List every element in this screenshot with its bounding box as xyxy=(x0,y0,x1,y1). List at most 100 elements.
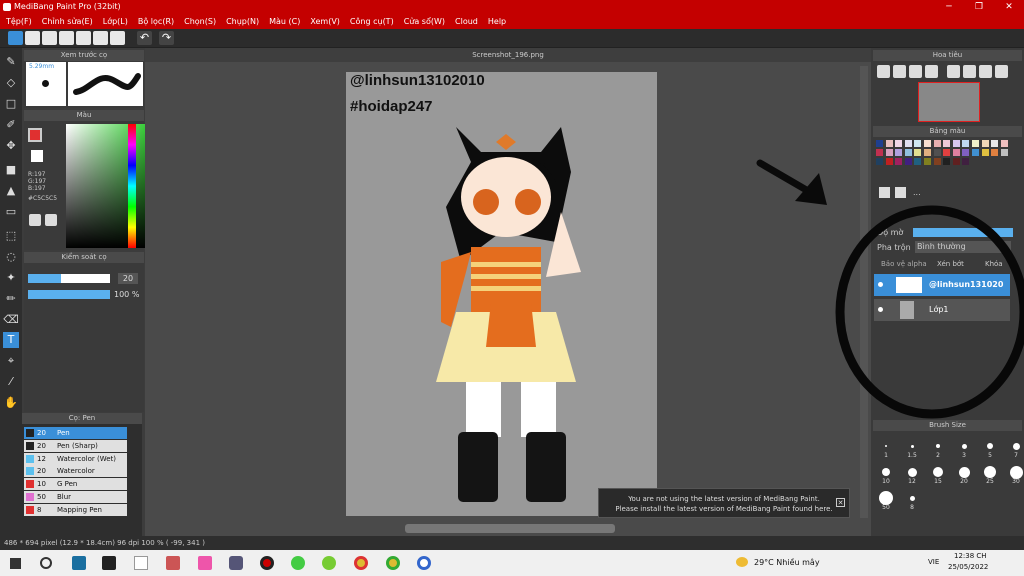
document-tab[interactable]: Screenshot_196.png xyxy=(145,48,871,62)
brush-list-item[interactable]: 10 G Pen xyxy=(24,478,127,491)
menu-color[interactable]: Màu (C) xyxy=(269,17,300,26)
menu-filter[interactable]: Bộ lọc(R) xyxy=(138,17,174,26)
zoom-out-icon[interactable] xyxy=(893,65,906,78)
brush-size-dot[interactable] xyxy=(933,467,943,477)
menu-window[interactable]: Cửa sổ(W) xyxy=(404,17,445,26)
palette-swatch[interactable] xyxy=(962,140,970,147)
menu-layer[interactable]: Lớp(L) xyxy=(103,17,128,26)
menu-edit[interactable]: Chỉnh sửa(E) xyxy=(42,17,93,26)
palette-swatch[interactable] xyxy=(904,140,912,147)
palette-swatch[interactable] xyxy=(924,149,931,156)
palette-swatch[interactable] xyxy=(991,149,999,156)
notice-line-2[interactable]: Please install the latest version of Med… xyxy=(599,504,849,514)
brush-size-dot[interactable] xyxy=(1012,442,1020,450)
text-tool-icon[interactable]: T xyxy=(3,332,19,348)
palette-swatch[interactable] xyxy=(972,140,979,147)
comment-icon[interactable] xyxy=(42,31,57,45)
brush-size-dot[interactable] xyxy=(879,491,893,505)
fit-window-icon[interactable] xyxy=(909,65,922,78)
palette-swatch[interactable] xyxy=(933,158,941,165)
brush-list-item[interactable]: 20 Pen (Sharp) xyxy=(24,439,127,452)
palette-swatch[interactable] xyxy=(876,149,883,156)
grid-icon[interactable] xyxy=(110,31,125,45)
rotate-left-icon[interactable] xyxy=(947,65,960,78)
menu-capture[interactable]: Chụp(N) xyxy=(226,17,259,26)
palette-swatch[interactable] xyxy=(962,158,970,165)
palette-grid[interactable] xyxy=(876,140,1011,170)
palette-swatch[interactable] xyxy=(1000,149,1008,156)
operation-tool-icon[interactable]: ⌖ xyxy=(3,353,19,369)
maximize-button[interactable]: ❐ xyxy=(964,0,994,14)
taskbar-app-icon-5[interactable] xyxy=(198,556,212,570)
notice-close-icon[interactable]: ✕ xyxy=(836,498,845,507)
palette-swatch[interactable] xyxy=(952,149,960,156)
hue-slider[interactable] xyxy=(128,124,136,248)
rect-select-icon[interactable]: □ xyxy=(3,96,19,112)
windows-start-icon[interactable] xyxy=(10,558,21,569)
palette-swatch[interactable] xyxy=(914,140,922,147)
camera-icon[interactable] xyxy=(229,556,243,570)
brush-size-dot[interactable] xyxy=(1009,465,1023,479)
color-mode-icon[interactable] xyxy=(45,214,57,226)
redo-icon[interactable]: ↷ xyxy=(159,31,174,45)
close-button[interactable]: ✕ xyxy=(994,0,1024,14)
palette-swatch[interactable] xyxy=(876,158,883,165)
palette-swatch[interactable] xyxy=(952,140,960,147)
search-icon[interactable] xyxy=(40,557,52,569)
move-tool-icon[interactable]: ✥ xyxy=(3,138,19,154)
menu-file[interactable]: Tệp(F) xyxy=(6,17,32,26)
share-icon[interactable] xyxy=(25,31,40,45)
palette-swatch[interactable] xyxy=(895,149,903,156)
palette-swatch[interactable] xyxy=(943,149,951,156)
palette-swatch[interactable] xyxy=(972,149,979,156)
undo-icon[interactable]: ↶ xyxy=(137,31,152,45)
taskbar-app-icon-6[interactable] xyxy=(291,556,305,570)
brush-size-dot[interactable] xyxy=(936,444,940,448)
rotate-reset-icon[interactable] xyxy=(963,65,976,78)
lasso-tool-icon[interactable]: ◌ xyxy=(3,249,19,265)
actual-size-icon[interactable] xyxy=(925,65,938,78)
minimize-button[interactable]: ─ xyxy=(934,0,964,14)
gradient-tool-icon[interactable]: ▭ xyxy=(3,204,19,220)
foreground-color-swatch[interactable] xyxy=(28,128,42,142)
palette-swatch[interactable] xyxy=(991,140,999,147)
palette-swatch[interactable] xyxy=(1000,140,1008,147)
brush-size-dot[interactable] xyxy=(961,443,967,449)
fill-tool-icon[interactable]: ▲ xyxy=(3,183,19,199)
brush-list-item[interactable]: 8 Mapping Pen xyxy=(24,503,127,516)
brush-size-slider[interactable] xyxy=(28,274,110,283)
chrome-icon-2[interactable] xyxy=(386,556,400,570)
canvas-horizontal-scrollbar[interactable] xyxy=(405,524,615,533)
palette-swatch[interactable] xyxy=(904,149,912,156)
brush-size-dot[interactable] xyxy=(987,443,993,449)
palette-swatch[interactable] xyxy=(933,140,941,147)
taskbar-app-icon-8[interactable] xyxy=(417,556,431,570)
palette-swatch[interactable] xyxy=(943,158,951,165)
menu-tools[interactable]: Công cụ(T) xyxy=(350,17,394,26)
palette-icon[interactable] xyxy=(29,214,41,226)
background-color-swatch[interactable] xyxy=(31,150,43,162)
eyedropper-icon[interactable]: ⁄ xyxy=(3,374,19,390)
pen-tool-icon[interactable]: ✐ xyxy=(3,117,19,133)
clock-time[interactable]: 12:38 CH xyxy=(954,552,987,560)
brush-list-item[interactable]: 20 Watercolor xyxy=(24,465,127,478)
palette-swatch[interactable] xyxy=(885,158,893,165)
brush-tool-icon[interactable]: ✎ xyxy=(3,54,19,70)
cloud-icon[interactable] xyxy=(8,31,23,45)
chrome-icon[interactable] xyxy=(354,556,368,570)
record-icon[interactable] xyxy=(260,556,274,570)
rotate-right-icon[interactable] xyxy=(979,65,992,78)
brush-list-item[interactable]: 12 Watercolor (Wet) xyxy=(24,452,127,465)
eraser-tool-icon[interactable]: ◇ xyxy=(3,75,19,91)
palette-swatch[interactable] xyxy=(981,149,989,156)
taskbar-app-icon-4[interactable] xyxy=(166,556,180,570)
taskbar-app-icon-1[interactable] xyxy=(72,556,86,570)
shape-tool-icon[interactable]: ■ xyxy=(3,162,19,178)
brush-list-item[interactable]: 20 Pen xyxy=(24,427,127,439)
menu-help[interactable]: Help xyxy=(488,17,506,26)
palette-swatch[interactable] xyxy=(962,149,970,156)
menu-cloud[interactable]: Cloud xyxy=(455,17,478,26)
palette-swatch[interactable] xyxy=(876,140,883,147)
palette-swatch[interactable] xyxy=(885,149,893,156)
zoom-in-icon[interactable] xyxy=(877,65,890,78)
